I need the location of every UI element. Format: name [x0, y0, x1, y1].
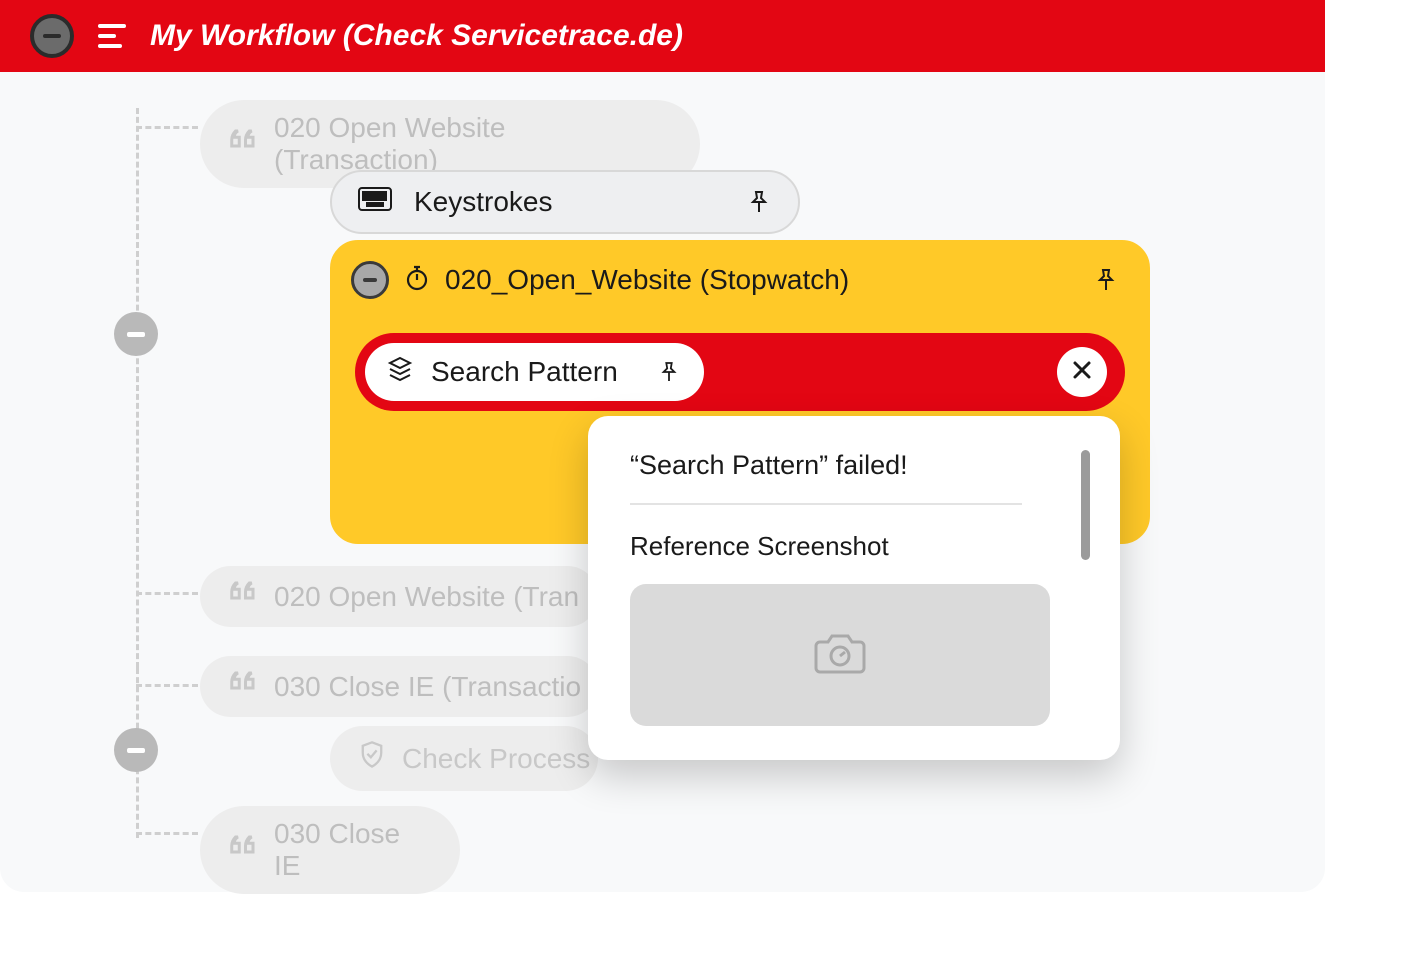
tree-connector	[136, 126, 198, 129]
check-process-step[interactable]: Check Process	[330, 726, 598, 791]
titlebar-collapse-button[interactable]	[30, 14, 74, 58]
workflow-canvas: 020 Open Website (Transaction) Keystroke…	[0, 72, 1325, 892]
reference-screenshot-placeholder[interactable]	[630, 584, 1050, 726]
tree-connector	[136, 108, 139, 668]
keystrokes-step[interactable]: Keystrokes	[330, 170, 800, 234]
scrollbar-thumb[interactable]	[1081, 450, 1090, 560]
tree-connector	[136, 684, 198, 687]
transaction-node[interactable]: 030 Close IE (Transactio	[200, 656, 598, 717]
node-label: 030 Close IE (Transactio	[274, 671, 581, 703]
stopwatch-icon	[405, 265, 429, 296]
pin-icon[interactable]	[656, 359, 682, 385]
popover-subhead: Reference Screenshot	[630, 531, 1063, 562]
camera-icon	[812, 630, 868, 681]
divider	[630, 503, 1022, 505]
pin-icon[interactable]	[1093, 267, 1119, 293]
quote-icon	[228, 668, 258, 705]
stopwatch-label: 020_Open_Website (Stopwatch)	[445, 264, 849, 296]
keyboard-icon	[358, 186, 392, 218]
tree-connector	[136, 832, 198, 835]
quote-icon	[228, 126, 258, 163]
error-step-bar: Search Pattern	[355, 333, 1125, 411]
step-label: Keystrokes	[414, 186, 553, 218]
layers-icon	[387, 356, 413, 389]
app-window: My Workflow (Check Servicetrace.de) 020 …	[0, 0, 1325, 892]
pin-icon[interactable]	[746, 189, 772, 215]
node-label: 020 Open Website (Tran	[274, 581, 579, 613]
stopwatch-header: 020_Open_Website (Stopwatch)	[333, 243, 1147, 317]
popover-scrollbar[interactable]	[1081, 450, 1090, 726]
node-label: 020 Open Website (Transaction)	[274, 112, 672, 176]
popover-headline: “Search Pattern” failed!	[630, 450, 1063, 481]
close-icon	[1070, 358, 1094, 387]
step-label: Check Process	[402, 743, 590, 775]
titlebar: My Workflow (Check Servicetrace.de)	[0, 0, 1325, 72]
search-pattern-step[interactable]: Search Pattern	[365, 343, 704, 401]
menu-icon[interactable]	[98, 24, 126, 48]
close-button[interactable]	[1057, 347, 1107, 397]
transaction-node[interactable]: 020 Open Website (Tran	[200, 566, 598, 627]
workflow-title: My Workflow (Check Servicetrace.de)	[150, 19, 683, 53]
tree-connector	[136, 592, 198, 595]
tree-collapse-button[interactable]	[114, 312, 158, 356]
shield-check-icon	[358, 740, 386, 777]
stopwatch-collapse-button[interactable]	[351, 261, 389, 299]
step-label: Search Pattern	[431, 356, 618, 388]
quote-icon	[228, 578, 258, 615]
error-popover: “Search Pattern” failed! Reference Scree…	[588, 416, 1120, 760]
tree-collapse-button[interactable]	[114, 728, 158, 772]
